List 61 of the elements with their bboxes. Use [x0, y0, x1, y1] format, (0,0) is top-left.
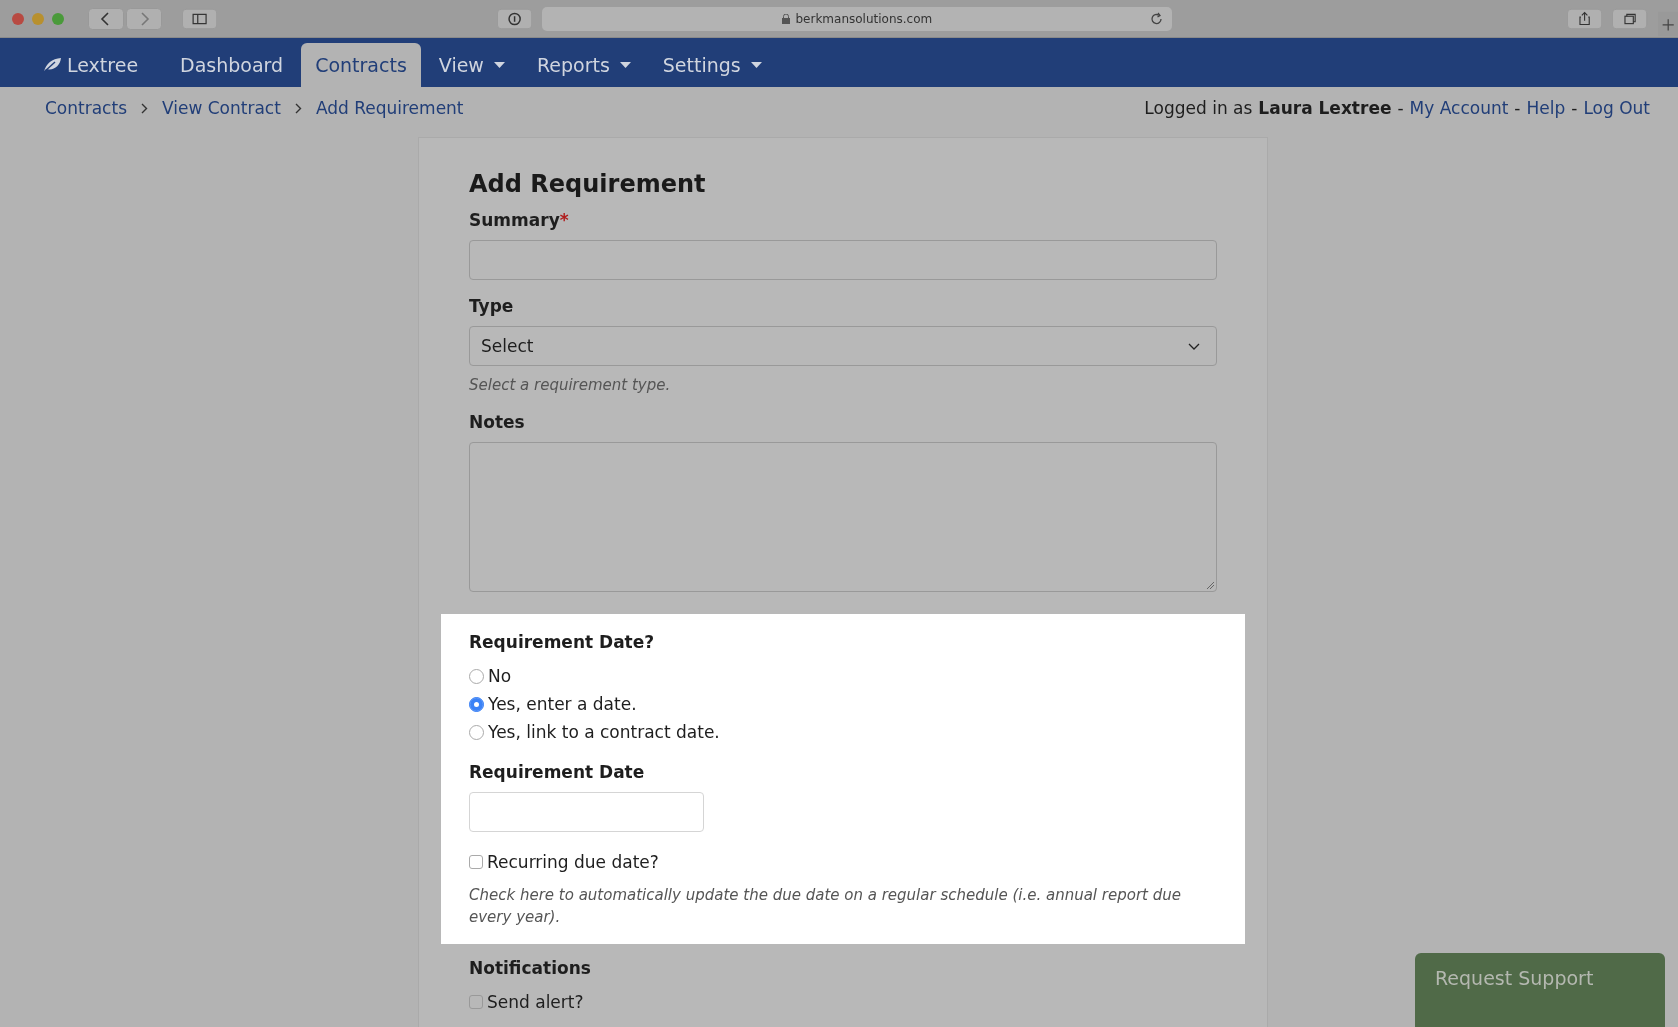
nav-tab[interactable]: Settings [648, 43, 776, 87]
caret-icon [619, 61, 631, 69]
tabs-icon[interactable] [1612, 7, 1648, 30]
password-icon[interactable] [497, 7, 533, 30]
option-label[interactable]: No [488, 666, 512, 686]
share-icon[interactable] [1567, 7, 1603, 30]
chevron-down-icon [1188, 342, 1200, 350]
separator-text: - [1571, 98, 1578, 118]
form-title: Add Requirement [469, 170, 707, 198]
chevron-right-icon [141, 102, 148, 114]
caret-icon [493, 61, 505, 69]
radio-button[interactable] [469, 668, 484, 684]
option-label[interactable]: Yes, enter a date. [488, 694, 637, 714]
nav-tab[interactable]: View [424, 43, 519, 87]
account-link[interactable]: Log Out [1583, 98, 1650, 118]
checkbox-label[interactable]: Send alert? [487, 992, 584, 1012]
help-text: Select a requirement type. [469, 375, 672, 396]
checkbox[interactable] [469, 995, 483, 1009]
separator-text: - [1514, 98, 1521, 118]
reload-icon[interactable] [1150, 11, 1165, 26]
caret-icon [750, 61, 762, 69]
notes-field[interactable] [469, 442, 1217, 592]
address-bar[interactable]: berkmansolutions.com [542, 6, 1173, 31]
nav-tab[interactable]: Reports [522, 43, 645, 87]
help-text: Check here to automatically update the due date on a regular schedule (i.e. annual report due every year). [469, 885, 1182, 928]
date-field[interactable] [469, 792, 704, 832]
nav-tab[interactable]: Contracts [301, 43, 421, 87]
back-icon[interactable] [88, 7, 124, 30]
account-link[interactable]: Help [1526, 98, 1566, 118]
resize-handle-icon[interactable] [1206, 581, 1214, 589]
breadcrumb-link[interactable]: Contracts [45, 98, 127, 118]
summary-field[interactable] [469, 240, 1217, 280]
brand-name: Lextree [67, 54, 139, 76]
close-window-icon[interactable] [12, 12, 24, 25]
brand-link[interactable]: Lextree [42, 43, 167, 87]
field-label: Type [469, 296, 515, 316]
sidebar-icon[interactable] [182, 7, 218, 30]
account-link[interactable]: My Account [1409, 98, 1509, 118]
lock-icon [782, 13, 791, 24]
chevron-right-icon [294, 102, 302, 114]
checkbox[interactable] [469, 855, 483, 869]
forward-icon[interactable] [126, 7, 162, 30]
type-dropdown[interactable]: Select [469, 326, 1217, 366]
breadcrumb-link[interactable]: Add Requirement [315, 98, 464, 118]
zoom-window-icon[interactable] [52, 12, 64, 25]
breadcrumb-link[interactable]: View Contract [162, 98, 281, 118]
radio-button[interactable] [469, 724, 484, 740]
nav-tab[interactable]: Dashboard [166, 43, 298, 87]
user-name: Laura Lextree [1258, 98, 1392, 118]
field-label: Summary* [469, 210, 570, 230]
field-label: Requirement Date [469, 762, 646, 782]
field-label: Requirement Date? [469, 632, 656, 652]
separator-text: - [1397, 98, 1404, 118]
radio-button[interactable] [469, 696, 484, 712]
field-label: Notes [469, 412, 526, 432]
logged-in-text: Logged in as [1144, 98, 1253, 118]
leaf-icon [42, 57, 62, 73]
field-label: Notifications [469, 958, 592, 978]
url-text: berkmansolutions.com [795, 11, 933, 26]
option-label[interactable]: Yes, link to a contract date. [488, 722, 720, 742]
checkbox-label[interactable]: Recurring due date? [487, 852, 659, 872]
